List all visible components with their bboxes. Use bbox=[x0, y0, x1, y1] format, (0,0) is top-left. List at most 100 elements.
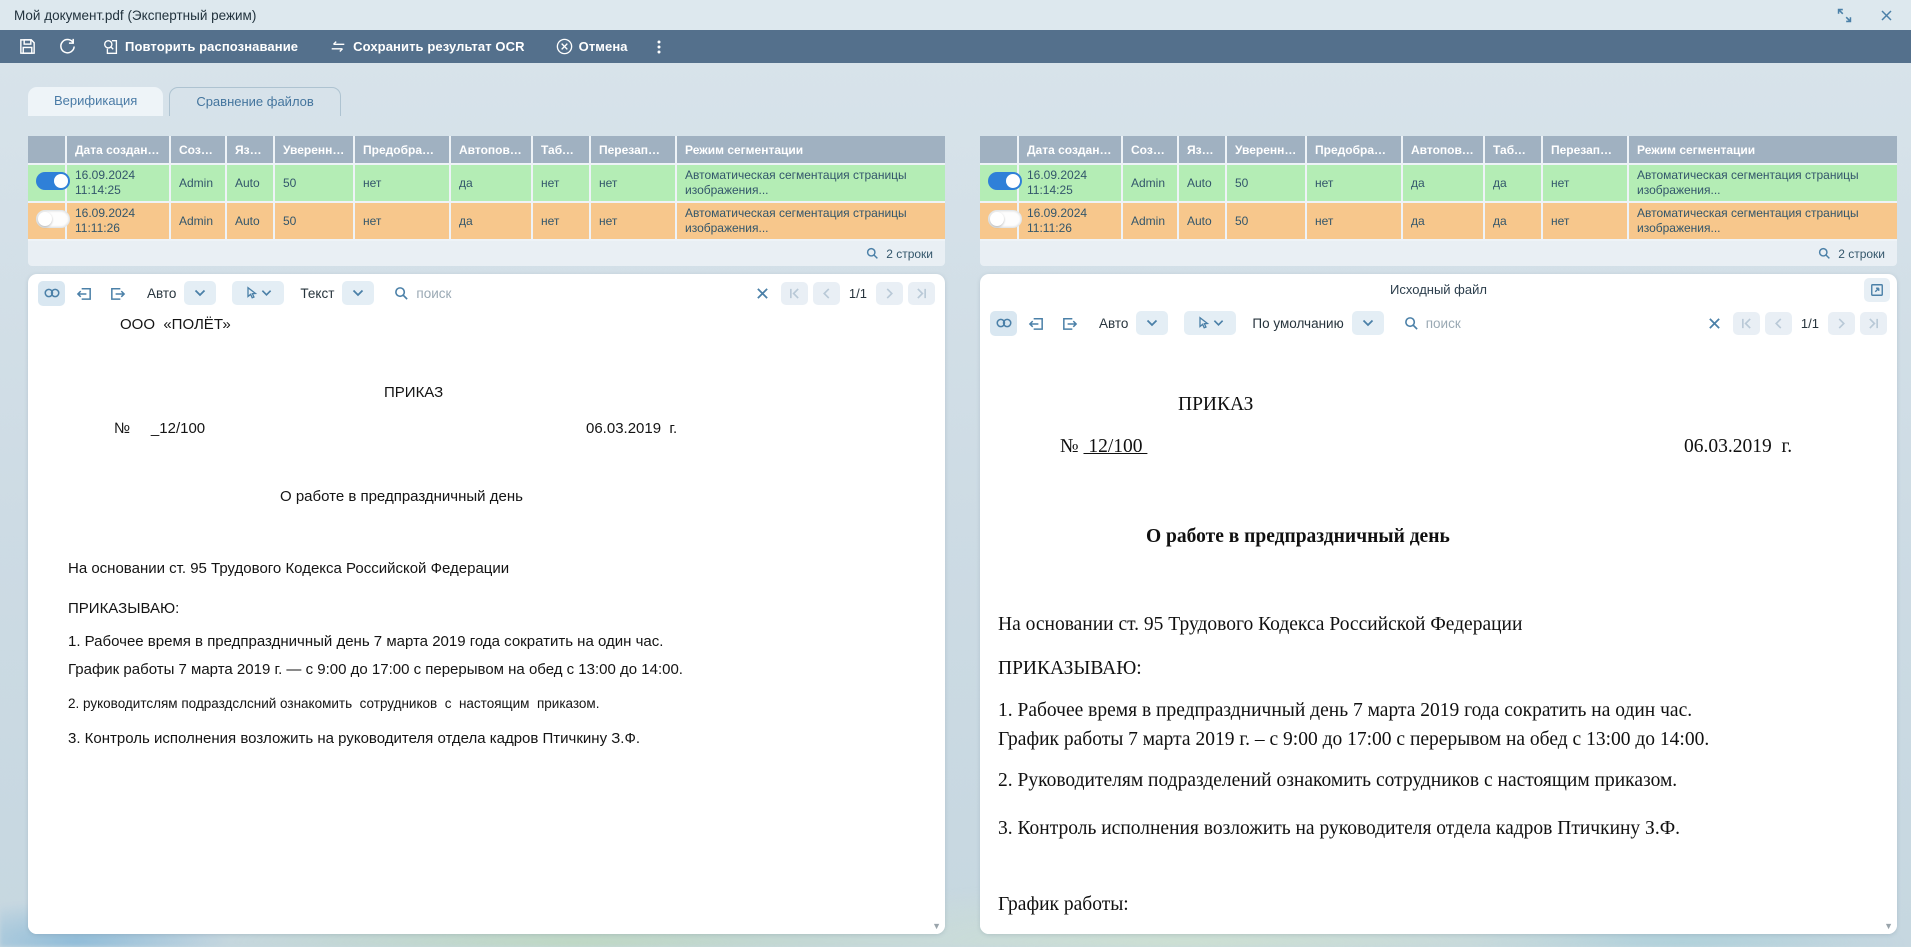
view-mode-value: По умолчанию bbox=[1252, 316, 1343, 331]
toggle-column-header bbox=[28, 136, 66, 164]
expand-icon[interactable] bbox=[1864, 278, 1890, 302]
cell-preprocessing: нет bbox=[1306, 202, 1402, 240]
col-header: Режим сегментации bbox=[1628, 136, 1897, 164]
link-sync-icon[interactable] bbox=[990, 311, 1017, 336]
scroll-down-icon[interactable]: ▼ bbox=[1884, 921, 1893, 931]
col-header: Создано bbox=[1122, 136, 1178, 164]
cell-preprocessing: нет bbox=[354, 202, 450, 240]
doc-paragraph: 1. Рабочее время в предпраздничный день … bbox=[68, 633, 663, 650]
row-count: 2 строки bbox=[886, 247, 933, 261]
import-page-icon[interactable] bbox=[71, 281, 98, 306]
cell-languages: Auto bbox=[1178, 164, 1226, 202]
table-row: 16.09.2024 11:11:26 Admin Auto 50 нет да… bbox=[980, 202, 1897, 240]
view-mode-dropdown[interactable] bbox=[1352, 311, 1384, 335]
search-icon[interactable] bbox=[1818, 247, 1831, 260]
link-sync-icon[interactable] bbox=[38, 281, 65, 306]
cell-segmentation-mode: Автоматическая сегментация страницы изоб… bbox=[676, 202, 945, 240]
col-header: Таблицы bbox=[1484, 136, 1542, 164]
main-toolbar: Повторить распознавание Сохранить резуль… bbox=[0, 30, 1911, 63]
chevron-down-icon bbox=[1213, 319, 1224, 327]
window-title: Мой документ.pdf (Экспертный режим) bbox=[14, 8, 256, 23]
ocr-result-document[interactable]: ООО «ПОЛЁТ» ПРИКАЗ № _12/100 06.03.2019 … bbox=[28, 312, 945, 934]
col-header: Дата создания bbox=[1018, 136, 1122, 164]
export-page-icon[interactable] bbox=[1056, 311, 1083, 336]
clear-search-icon[interactable] bbox=[751, 281, 775, 305]
zoom-level-value: Авто bbox=[1099, 316, 1128, 331]
source-document[interactable]: ПРИКАЗ № 12/100 06.03.2019 г. О работе в… bbox=[980, 342, 1897, 934]
col-header: Языки bbox=[1178, 136, 1226, 164]
chevron-down-icon bbox=[194, 289, 206, 297]
col-header: Предобработка bbox=[1306, 136, 1402, 164]
search-input[interactable] bbox=[416, 286, 536, 301]
prev-page-icon[interactable] bbox=[813, 282, 840, 305]
repeat-recognition-label: Повторить распознавание bbox=[125, 39, 298, 54]
right-pagination: 1/1 bbox=[1733, 312, 1887, 335]
cancel-circle-icon bbox=[555, 37, 574, 56]
first-page-icon[interactable] bbox=[1733, 312, 1760, 335]
next-page-icon[interactable] bbox=[1828, 312, 1855, 335]
row-toggle-on[interactable] bbox=[988, 172, 1022, 190]
row-toggle-off[interactable] bbox=[36, 210, 70, 228]
last-page-icon[interactable] bbox=[908, 282, 935, 305]
table-row: 16.09.2024 11:14:25 Admin Auto 50 нет да… bbox=[980, 164, 1897, 202]
cell-overwrite: нет bbox=[590, 164, 676, 202]
zoom-dropdown[interactable] bbox=[184, 281, 216, 305]
view-mode-value: Текст bbox=[300, 286, 334, 301]
doc-title: ПРИКАЗ bbox=[1178, 394, 1253, 416]
cell-created-by: Admin bbox=[170, 164, 226, 202]
fullscreen-icon[interactable] bbox=[1833, 4, 1855, 26]
cell-overwrite: нет bbox=[1542, 164, 1628, 202]
left-pagination: 1/1 bbox=[781, 282, 935, 305]
doc-date: 06.03.2019 г. bbox=[586, 420, 677, 437]
search-icon bbox=[1404, 316, 1419, 331]
search-input[interactable] bbox=[1426, 316, 1546, 331]
clear-search-icon[interactable] bbox=[1703, 311, 1727, 335]
last-page-icon[interactable] bbox=[1860, 312, 1887, 335]
doc-paragraph: График работы: bbox=[998, 894, 1129, 916]
first-page-icon[interactable] bbox=[781, 282, 808, 305]
prev-page-icon[interactable] bbox=[1765, 312, 1792, 335]
save-ocr-result-button[interactable]: Сохранить результат OCR bbox=[318, 38, 534, 56]
cell-overwrite: нет bbox=[1542, 202, 1628, 240]
chevron-down-icon bbox=[1362, 319, 1374, 327]
swap-arrows-icon bbox=[328, 38, 348, 56]
cursor-tool-dropdown[interactable] bbox=[1184, 311, 1236, 335]
cell-languages: Auto bbox=[226, 202, 274, 240]
table-header-row: Дата создания Создано Языки Уверенность … bbox=[28, 136, 945, 164]
cancel-label: Отмена bbox=[579, 39, 628, 54]
toggle-column-header bbox=[980, 136, 1018, 164]
search-icon[interactable] bbox=[866, 247, 879, 260]
cell-date: 16.09.2024 11:14:25 bbox=[1018, 164, 1122, 202]
doc-paragraph: 3. Контроль исполнения возложить на руко… bbox=[998, 818, 1680, 840]
doc-paragraph: ПРИКАЗЫВАЮ: bbox=[998, 658, 1142, 680]
more-options-icon[interactable] bbox=[648, 34, 670, 60]
row-toggle-off[interactable] bbox=[988, 210, 1022, 228]
cell-languages: Auto bbox=[1178, 202, 1226, 240]
doc-date: 06.03.2019 г. bbox=[1684, 436, 1792, 458]
cell-created-by: Admin bbox=[1122, 202, 1178, 240]
chevron-down-icon bbox=[1146, 319, 1158, 327]
scroll-down-icon[interactable]: ▼ bbox=[932, 921, 941, 931]
next-page-icon[interactable] bbox=[876, 282, 903, 305]
left-panel-ocr-result: Дата создания Создано Языки Уверенность … bbox=[28, 136, 945, 934]
tab-verification[interactable]: Верификация bbox=[28, 87, 163, 116]
close-icon[interactable] bbox=[1875, 4, 1897, 26]
col-header: Перезаписать bbox=[590, 136, 676, 164]
import-page-icon[interactable] bbox=[1023, 311, 1050, 336]
chevron-down-icon bbox=[352, 289, 364, 297]
row-toggle-on[interactable] bbox=[36, 172, 70, 190]
refresh-icon[interactable] bbox=[52, 34, 82, 60]
view-mode-dropdown[interactable] bbox=[342, 281, 374, 305]
cell-confidence: 50 bbox=[1226, 164, 1306, 202]
save-button[interactable] bbox=[12, 34, 42, 60]
table-row: 16.09.2024 11:11:26 Admin Auto 50 нет да… bbox=[28, 202, 945, 240]
col-header: Автоповорот bbox=[450, 136, 532, 164]
export-page-icon[interactable] bbox=[104, 281, 131, 306]
repeat-recognition-button[interactable]: Повторить распознавание bbox=[92, 38, 308, 56]
tab-file-comparison[interactable]: Сравнение файлов bbox=[169, 87, 341, 116]
doc-paragraph: График работы 7 марта 2019 г. — с 9:00 д… bbox=[68, 661, 683, 678]
zoom-dropdown[interactable] bbox=[1136, 311, 1168, 335]
cursor-tool-dropdown[interactable] bbox=[232, 281, 284, 305]
cancel-button[interactable]: Отмена bbox=[545, 37, 638, 56]
doc-paragraph: График работы 7 марта 2019 г. – с 9:00 д… bbox=[998, 729, 1709, 751]
